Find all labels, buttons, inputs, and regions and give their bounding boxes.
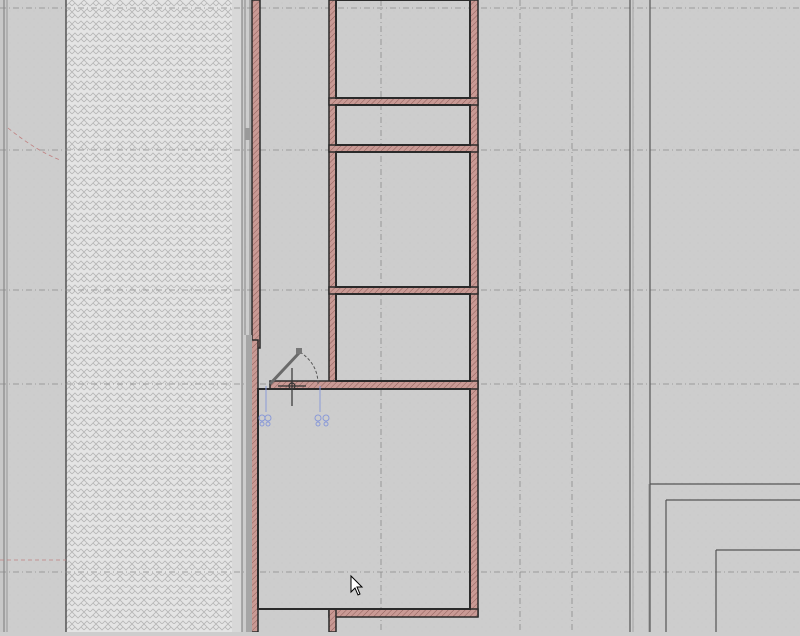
hatch-edge — [232, 0, 242, 632]
cad-viewport[interactable] — [0, 0, 800, 633]
hatch-region[interactable] — [66, 0, 232, 632]
drawing-canvas[interactable] — [0, 0, 800, 633]
